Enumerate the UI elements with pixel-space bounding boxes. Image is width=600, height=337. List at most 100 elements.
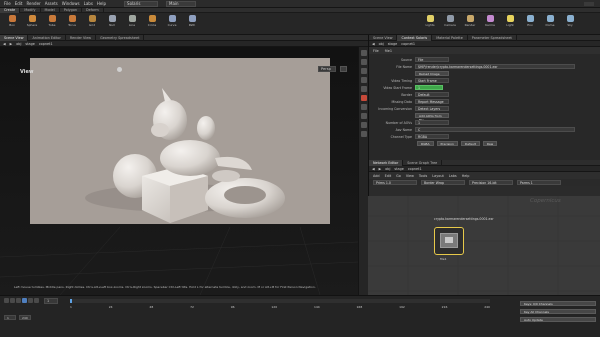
param-button[interactable]: Reload Image — [415, 71, 449, 76]
left-tool-line[interactable]: Line — [122, 13, 142, 31]
step-back-icon[interactable] — [16, 298, 21, 303]
timeline-option[interactable]: Key All Channels — [520, 309, 596, 314]
back-icon[interactable]: ◀ — [3, 42, 6, 46]
net-menu-layout[interactable]: Layout — [432, 174, 444, 178]
play-icon[interactable] — [22, 298, 27, 303]
shelf-tab-create[interactable]: Create — [0, 7, 21, 13]
param-path-obj[interactable]: obj — [379, 42, 384, 46]
snap-tool-icon[interactable] — [360, 95, 367, 101]
net-menu-add[interactable]: Add — [373, 174, 380, 178]
shelf-tab-polygon[interactable]: Polygon — [60, 7, 83, 13]
left-tool-curve[interactable]: Curve — [162, 13, 182, 31]
channel-option-default[interactable]: Default — [460, 141, 480, 146]
menu-labs[interactable]: Labs — [84, 1, 93, 6]
net-info-field[interactable]: Parms 1 — [517, 180, 561, 185]
select-tool-icon[interactable] — [360, 50, 367, 56]
tab-animation-editor[interactable]: Animation Editor — [28, 34, 66, 41]
net-menu-go[interactable]: Go — [396, 174, 401, 178]
right-tool-camera[interactable]: Camera — [440, 13, 460, 31]
net-info-field[interactable]: Precision 16-bit — [469, 180, 513, 185]
shading-icon[interactable] — [360, 122, 367, 128]
handle-tool-icon[interactable] — [360, 86, 367, 92]
shelf-tab-modify[interactable]: Modify — [20, 7, 41, 13]
tab-geometry-spreadsheet[interactable]: Geometry Spreadsheet — [96, 34, 145, 41]
camera-dropdown[interactable]: Persp — [318, 66, 336, 72]
net-info-field[interactable]: Border Wrap — [421, 180, 465, 185]
param-field[interactable]: File — [415, 57, 449, 62]
net-forward-icon[interactable]: ▶ — [379, 167, 382, 171]
param-field[interactable]: Default — [415, 92, 449, 97]
channel-option-rgba[interactable]: RGBA — [417, 141, 434, 146]
left-tool-grid[interactable]: Grid — [82, 13, 102, 31]
menu-windows[interactable]: Windows — [62, 1, 80, 6]
left-tool-box[interactable]: Box — [2, 13, 22, 31]
param-field[interactable]: Report Message — [415, 99, 449, 104]
left-tool-sphere[interactable]: Sphere — [22, 13, 42, 31]
param-field[interactable]: RGBA — [415, 134, 449, 139]
net-menu-view[interactable]: View — [406, 174, 414, 178]
menu-assets[interactable]: Assets — [45, 1, 58, 6]
tab-scene-view[interactable]: Scene View — [0, 34, 29, 41]
timeline-cursor[interactable] — [70, 299, 72, 303]
param-field[interactable]: C — [415, 127, 575, 132]
net-back-icon[interactable]: ◀ — [372, 167, 375, 171]
right-tool-env[interactable]: Env — [520, 13, 540, 31]
right-tool-sky[interactable]: Sky — [560, 13, 580, 31]
tab-render-view[interactable]: Render View — [66, 34, 97, 41]
tab-scene-view-2[interactable]: Scene View — [369, 34, 398, 41]
wireframe-icon[interactable] — [360, 113, 367, 119]
param-field[interactable]: 1 — [415, 120, 449, 125]
tab-scene-graph-tree[interactable]: Scene Graph Tree — [403, 159, 443, 166]
net-path-stage[interactable]: stage — [394, 167, 403, 171]
left-tool-path[interactable]: Path — [182, 13, 202, 31]
window-controls-icon[interactable] — [584, 1, 594, 6]
path-back-icon[interactable]: ◀ — [372, 42, 375, 46]
channel-option-precision[interactable]: Precision — [436, 141, 458, 146]
lights-icon[interactable] — [360, 131, 367, 137]
net-path-copnet[interactable]: copnet1 — [408, 167, 422, 171]
menu-help[interactable]: Help — [97, 1, 106, 6]
path-segment-copnet[interactable]: copnet1 — [39, 42, 53, 46]
file-node[interactable] — [434, 227, 464, 255]
right-tool-dome[interactable]: Dome — [540, 13, 560, 31]
tab-network-editor[interactable]: Network Editor — [369, 159, 404, 166]
tab-context-solaris[interactable]: Context Solaris — [397, 34, 433, 41]
last-frame-icon[interactable] — [34, 298, 39, 303]
prev-key-icon[interactable] — [10, 298, 15, 303]
right-tool-lights[interactable]: Lights — [420, 13, 440, 31]
context-dropdown[interactable]: Main — [166, 0, 197, 7]
param-field[interactable]: 1 — [415, 85, 443, 90]
right-tool-light[interactable]: Light — [500, 13, 520, 31]
left-tool-null[interactable]: Null — [102, 13, 122, 31]
net-path-obj[interactable]: obj — [385, 167, 390, 171]
network-canvas[interactable]: crypto.karmarendersettings.0001.exr file… — [368, 196, 600, 295]
path-segment-stage[interactable]: stage — [25, 42, 34, 46]
net-menu-labs[interactable]: Labs — [449, 174, 457, 178]
scale-tool-icon[interactable] — [360, 77, 367, 83]
timeline-option[interactable]: Keys: 0/0 Channels — [520, 301, 596, 306]
net-menu-edit[interactable]: Edit — [385, 174, 392, 178]
right-tool-karma[interactable]: Karma — [480, 13, 500, 31]
right-tool-render[interactable]: Render — [460, 13, 480, 31]
menu-edit[interactable]: Edit — [15, 1, 23, 6]
timeline-track[interactable] — [70, 299, 490, 303]
desktop-dropdown[interactable]: Solaris — [124, 0, 159, 7]
param-path-stage[interactable]: stage — [388, 42, 397, 46]
tab-parameter-spreadsheet[interactable]: Parameter Spreadsheet — [468, 34, 517, 41]
left-tool-tube[interactable]: Tube — [42, 13, 62, 31]
shelf-tab-model[interactable]: Model — [41, 7, 60, 13]
end-frame-field[interactable]: 240 — [19, 315, 31, 320]
timeline-option[interactable]: Auto Update — [520, 317, 596, 322]
param-button[interactable]: Add AOVs from File — [415, 113, 449, 122]
menu-render[interactable]: Render — [26, 1, 40, 6]
param-path-copnet[interactable]: copnet1 — [401, 42, 415, 46]
light-icon[interactable] — [117, 67, 122, 72]
rotate-tool-icon[interactable] — [360, 68, 367, 74]
net-menu-help[interactable]: Help — [462, 174, 470, 178]
first-frame-icon[interactable] — [4, 298, 9, 303]
left-tool-circle[interactable]: Circle — [142, 13, 162, 31]
display-options-icon[interactable] — [340, 66, 347, 72]
move-tool-icon[interactable] — [360, 59, 367, 65]
net-info-field[interactable]: Prims 1.0 — [373, 180, 417, 185]
view-tool-icon[interactable] — [360, 104, 367, 110]
